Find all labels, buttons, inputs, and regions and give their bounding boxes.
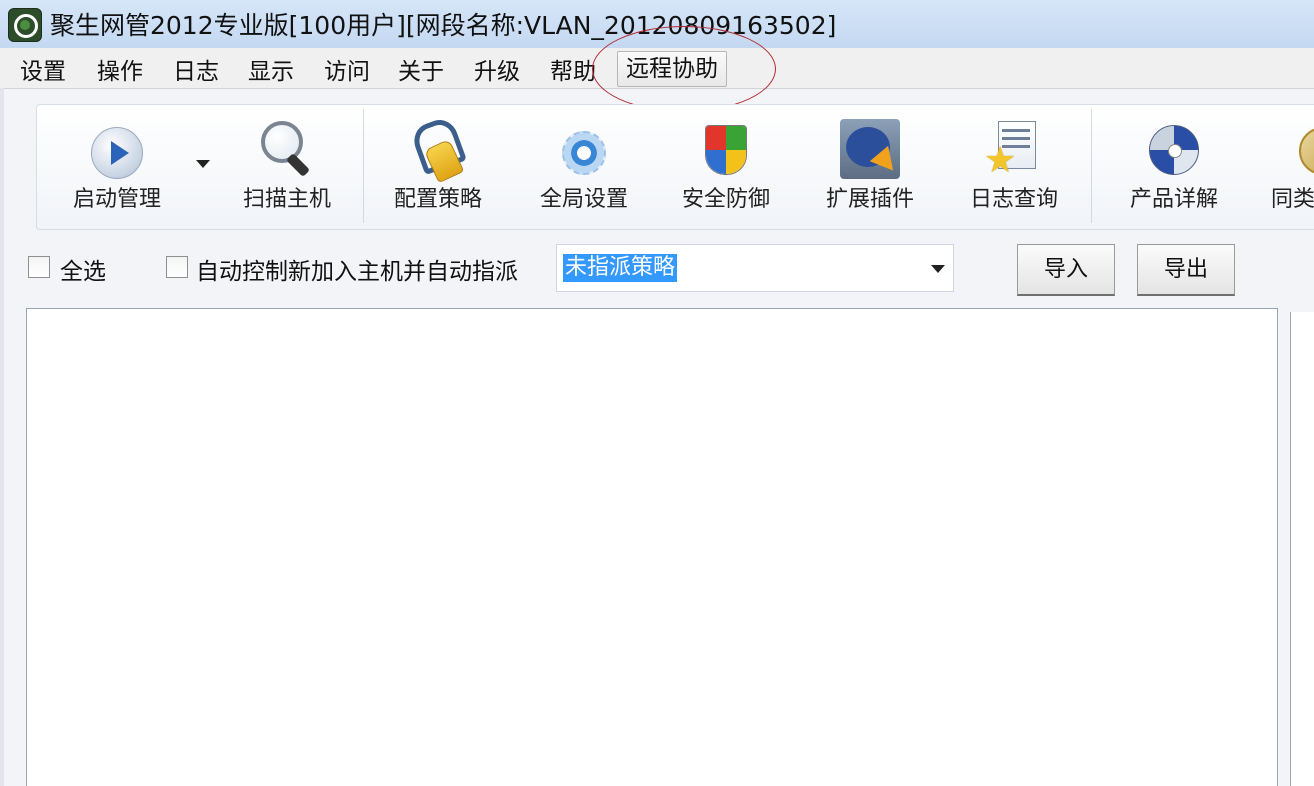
select-all-checkbox[interactable]: [28, 256, 50, 278]
menu-help[interactable]: 帮助: [550, 52, 596, 86]
product-details-button[interactable]: 产品详解: [1113, 105, 1235, 229]
log-query-label: 日志查询: [969, 187, 1058, 212]
host-list-panel[interactable]: [26, 308, 1278, 786]
scan-host-button[interactable]: 扫描主机: [227, 105, 347, 229]
shield-icon: [705, 125, 747, 175]
start-manage-dropdown-arrow-icon[interactable]: [196, 160, 210, 168]
side-panel: [1290, 312, 1314, 786]
security-defense-label: 安全防御: [681, 187, 770, 212]
title-bar: 聚生网管2012专业版[100用户][网段名称:VLAN_20120809163…: [0, 0, 1314, 49]
toolbar-separator: [363, 109, 364, 223]
window-title: 聚生网管2012专业版[100用户][网段名称:VLAN_20120809163…: [50, 11, 837, 40]
product-details-label: 产品详解: [1129, 187, 1218, 212]
menu-access[interactable]: 访问: [324, 52, 370, 86]
config-policy-label: 配置策略: [393, 187, 482, 212]
global-settings-label: 全局设置: [539, 187, 628, 212]
config-policy-button[interactable]: 配置策略: [377, 105, 499, 229]
menu-upgrade[interactable]: 升级: [474, 52, 520, 86]
auto-control-label: 自动控制新加入主机并自动指派: [196, 259, 518, 285]
global-settings-button[interactable]: 全局设置: [523, 105, 645, 229]
security-defense-button[interactable]: 安全防御: [665, 105, 787, 229]
export-button[interactable]: 导出: [1137, 244, 1235, 296]
toolbar: 启动管理 扫描主机 配置策略 全局设置 安全防御 扩展插件 ★ 日志查询 产品详…: [36, 104, 1314, 230]
gear-icon: [562, 131, 606, 175]
similar-products-label: 同类: [1271, 187, 1314, 212]
toolbar-separator: [1091, 109, 1092, 223]
plugin-icon: [840, 119, 903, 179]
auto-control-checkbox[interactable]: [166, 256, 188, 278]
select-all-label: 全选: [60, 259, 106, 285]
cd-icon: [1149, 125, 1199, 175]
window-left-border: [0, 88, 4, 786]
start-manage-button[interactable]: 启动管理: [47, 105, 187, 229]
scan-host-label: 扫描主机: [242, 187, 331, 212]
extension-plugins-label: 扩展插件: [825, 187, 914, 212]
play-icon: [91, 127, 143, 179]
extension-plugins-button[interactable]: 扩展插件: [809, 105, 931, 229]
policy-selected-value: 未指派策略: [563, 254, 678, 282]
menu-remote-assist[interactable]: 远程协助: [617, 51, 727, 87]
log-star-icon: ★: [984, 119, 1044, 179]
menu-about[interactable]: 关于: [398, 52, 444, 86]
menu-operation[interactable]: 操作: [97, 52, 143, 86]
key-icon: [408, 114, 468, 184]
menu-bar: 设置 操作 日志 显示 访问 关于 升级 帮助 远程协助: [0, 48, 1314, 89]
medal-icon: [1299, 127, 1314, 175]
similar-products-button[interactable]: 同类: [1263, 105, 1314, 229]
log-query-button[interactable]: ★ 日志查询: [953, 105, 1075, 229]
start-manage-label: 启动管理: [72, 187, 161, 212]
chevron-down-icon[interactable]: [931, 265, 945, 273]
policy-select[interactable]: 未指派策略: [556, 244, 954, 292]
menu-log[interactable]: 日志: [173, 52, 219, 86]
menu-display[interactable]: 显示: [248, 52, 294, 86]
import-button[interactable]: 导入: [1017, 244, 1115, 296]
magnifier-icon: [257, 119, 317, 179]
menu-settings[interactable]: 设置: [20, 52, 66, 86]
app-logo-icon: [8, 8, 42, 42]
